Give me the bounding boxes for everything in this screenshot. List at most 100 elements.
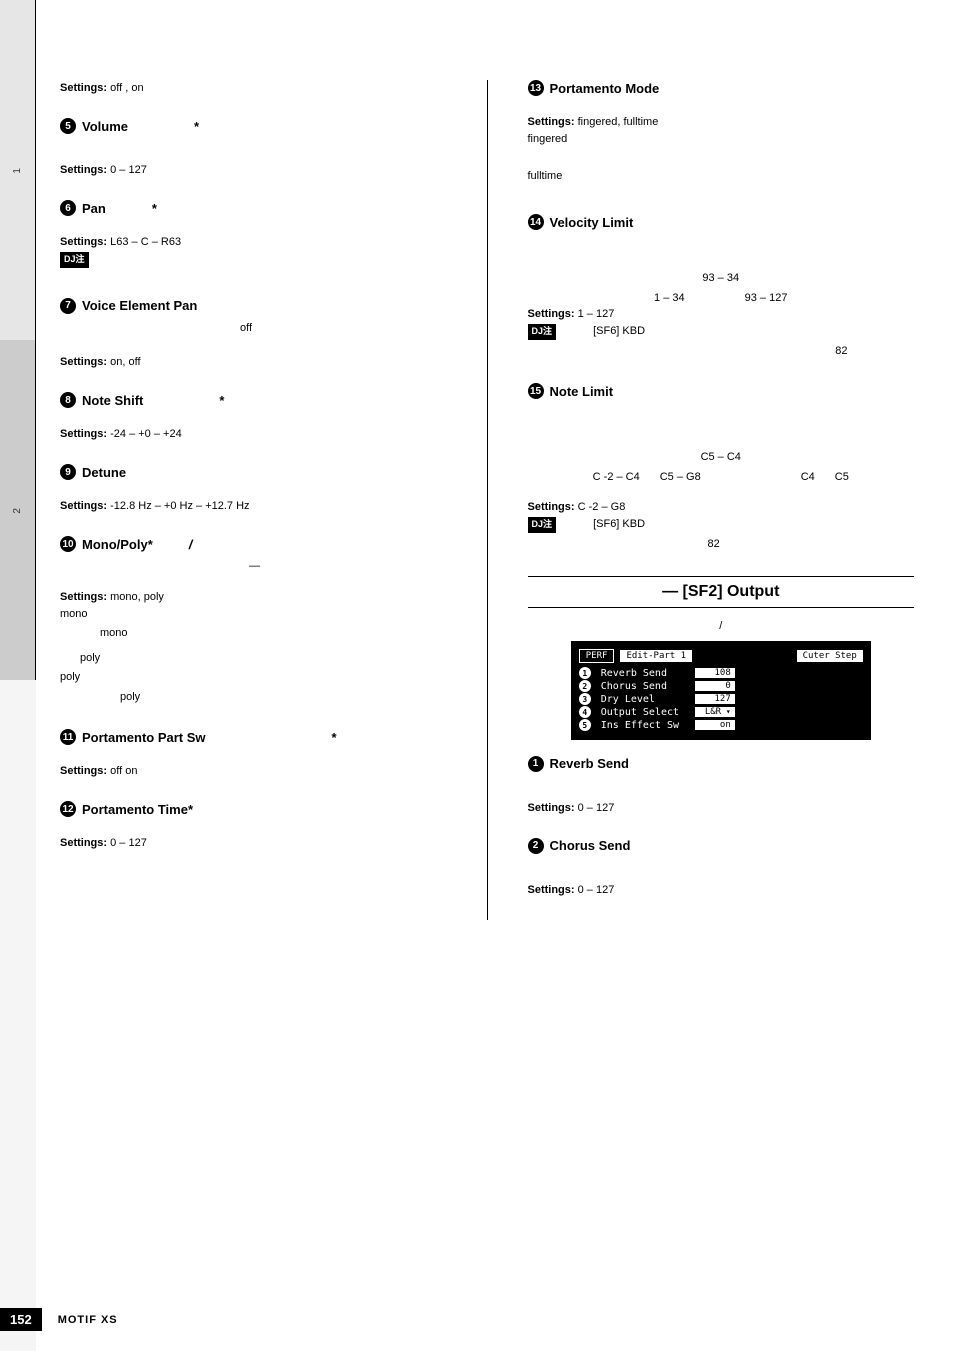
side-tab-2[interactable]: 2: [0, 340, 36, 680]
lcd-val-chorus: 0: [695, 681, 735, 691]
param-velocity-limit: 14 Velocity Limit 93 – 34 1 – 34 93 – 12…: [528, 214, 915, 359]
section-output-heading: — [SF2] Output: [528, 576, 915, 608]
badge-7: 7: [60, 298, 76, 314]
side-tab-2-label: 2: [12, 507, 23, 514]
nl-line1: C5 – C4: [528, 449, 915, 466]
badge-13: 13: [528, 80, 544, 96]
lcd-label-outsel: Output Select: [601, 707, 691, 718]
lcd-val-outsel: L&R: [695, 707, 735, 717]
page-footer: 152 MOTIF XS: [0, 1308, 118, 1331]
vel-line2b: 93 – 127: [745, 290, 788, 307]
star-icon: *: [332, 730, 337, 745]
title-reverbsend: Reverb Send: [550, 756, 629, 771]
settings-value: on, off: [110, 356, 140, 368]
param-offon: Settings: off , on: [60, 82, 447, 94]
section-sub: /: [528, 618, 915, 635]
note-pg-82b: 82: [708, 536, 915, 553]
lcd-label-reverb: Reverb Send: [601, 668, 691, 679]
settings-value: -12.8 Hz – +0 Hz – +12.7 Hz: [110, 500, 249, 512]
settings-label: Settings:: [528, 308, 575, 320]
badge-6: 6: [60, 200, 76, 216]
settings-label: Settings:: [60, 500, 107, 512]
badge-11: 11: [60, 729, 76, 745]
settings-value: off , on: [110, 82, 143, 94]
lcd-tab-cuterstep: Cuter Step: [797, 650, 863, 662]
lcd-label-dry: Dry Level: [601, 694, 691, 705]
settings-label: Settings:: [60, 164, 107, 176]
title-porttime: Portamento Time*: [82, 802, 193, 817]
settings-label: Settings:: [60, 356, 107, 368]
side-tabs: 1 2: [0, 0, 36, 1351]
badge-8: 8: [60, 392, 76, 408]
title-portpartsw: Portamento Part Sw: [82, 730, 206, 745]
settings-label: Settings:: [528, 802, 575, 814]
param-portamento-mode: 13 Portamento Mode Settings: fingered, f…: [528, 80, 915, 184]
nl-line2d: C5: [835, 469, 849, 486]
star-icon: *: [194, 119, 199, 134]
title-vellimit: Velocity Limit: [550, 215, 634, 230]
page-body: Settings: off , on 5 Volume * Settings: …: [60, 80, 914, 920]
title-pan: Pan: [82, 201, 106, 216]
badge-5: 5: [60, 118, 76, 134]
settings-value: L63 – C – R63: [110, 236, 181, 248]
settings-label: Settings:: [60, 428, 107, 440]
settings-label: Settings:: [528, 116, 575, 128]
note-icon: DJ注: [528, 324, 557, 340]
settings-label: Settings:: [60, 591, 107, 603]
nl-line2c: C4: [801, 469, 815, 486]
column-divider: [487, 80, 488, 920]
vel-line2a: 1 – 34: [654, 290, 685, 307]
lcd-screenshot: PERF Edit-Part 1 Cuter Step 1 Reverb Sen…: [571, 641, 871, 740]
settings-label: Settings:: [60, 765, 107, 777]
poly-2: poly: [60, 669, 447, 686]
title-notelimit: Note Limit: [550, 384, 614, 399]
settings-label: Settings:: [528, 501, 575, 513]
param-chorus-send: 2 Chorus Send Settings: 0 – 127: [528, 838, 915, 896]
lcd-badge-5: 5: [579, 719, 591, 731]
param-note-shift: 8 Note Shift * Settings: -24 – +0 – +24: [60, 392, 447, 440]
note-kbd: [SF6] KBD: [593, 325, 645, 337]
lcd-badge-2: 2: [579, 680, 591, 692]
badge-12: 12: [60, 801, 76, 817]
lcd-val-reverb: 108: [695, 668, 735, 678]
lcd-label-insfx: Ins Effect Sw: [601, 720, 691, 731]
param-pan: 6 Pan * Settings: L63 – C – R63 DJ注: [60, 200, 447, 268]
star-icon: *: [219, 393, 224, 408]
title-noteshift: Note Shift: [82, 393, 143, 408]
settings-value: C -2 – G8: [578, 501, 626, 513]
param-portamento-time: 12 Portamento Time* Settings: 0 – 127: [60, 801, 447, 849]
param-voice-element-pan: 7 Voice Element Pan off Settings: on, of…: [60, 298, 447, 369]
product-name: MOTIF XS: [58, 1314, 118, 1326]
lcd-row-2: 2 Chorus Send 0: [601, 680, 863, 693]
settings-label: Settings:: [60, 837, 107, 849]
settings-value: 0 – 127: [110, 164, 147, 176]
title-volume: Volume: [82, 119, 128, 134]
settings-value: 0 – 127: [110, 837, 147, 849]
param-detune: 9 Detune Settings: -12.8 Hz – +0 Hz – +1…: [60, 464, 447, 512]
poly-3: poly: [120, 689, 447, 706]
badge-10: 10: [60, 536, 76, 552]
side-tab-1[interactable]: 1: [0, 0, 36, 340]
badge-9: 9: [60, 464, 76, 480]
param-monopoly: 10 Mono/Poly* / — Settings: mono, poly m…: [60, 536, 447, 705]
lcd-badge-3: 3: [579, 693, 591, 705]
lcd-val-dry: 127: [695, 694, 735, 704]
settings-label: Settings:: [60, 82, 107, 94]
badge-o1: 1: [528, 756, 544, 772]
title-detune: Detune: [82, 465, 126, 480]
param-reverb-send: 1 Reverb Send Settings: 0 – 127: [528, 756, 915, 814]
note-icon: DJ注: [60, 252, 89, 268]
settings-value: -24 – +0 – +24: [110, 428, 182, 440]
lcd-row-4: 4 Output Select L&R: [601, 706, 863, 719]
lcd-badge-4: 4: [579, 706, 591, 718]
title-portmode: Portamento Mode: [550, 81, 660, 96]
badge-o2: 2: [528, 838, 544, 854]
left-column: Settings: off , on 5 Volume * Settings: …: [60, 80, 447, 920]
badge-15: 15: [528, 383, 544, 399]
param-volume: 5 Volume * Settings: 0 – 127: [60, 118, 447, 176]
right-column: 13 Portamento Mode Settings: fingered, f…: [528, 80, 915, 920]
lcd-row-1: 1 Reverb Send 108: [601, 667, 863, 680]
nl-line2b: C5 – G8: [660, 469, 701, 486]
settings-value: 1 – 127: [578, 308, 615, 320]
slash: /: [189, 537, 193, 552]
